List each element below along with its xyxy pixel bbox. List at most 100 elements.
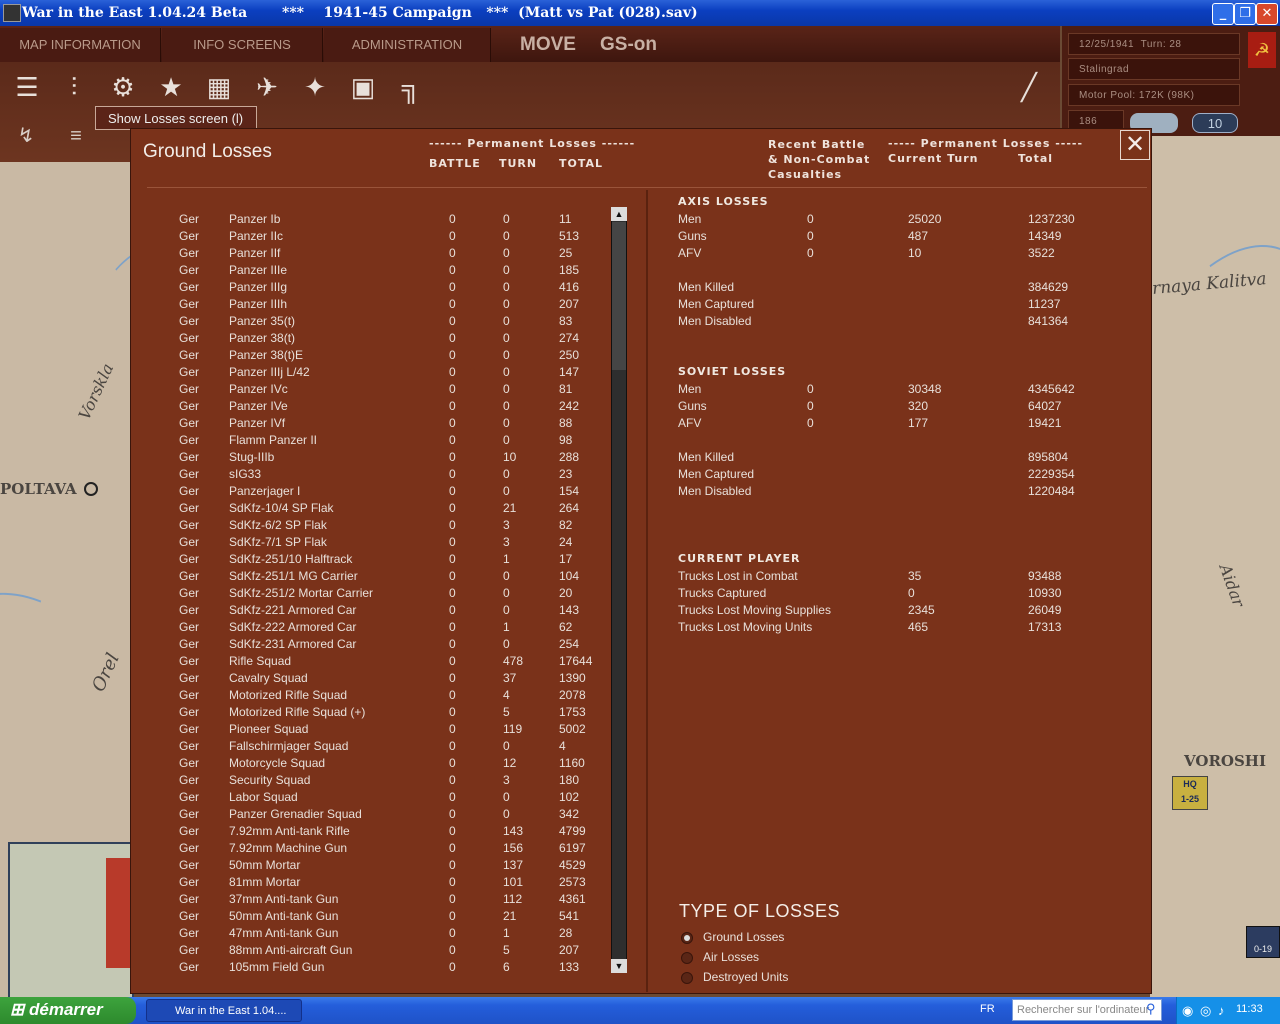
date: 12/25/1941	[1079, 39, 1135, 50]
row-nation: Ger	[179, 569, 200, 583]
player-row-total: 17313	[1028, 620, 1062, 634]
taskbar-item[interactable]: War in the East 1.04....	[146, 999, 302, 1022]
row-total: 1390	[559, 671, 586, 685]
row-turn: 21	[503, 909, 517, 923]
gs-toggle[interactable]: GS-on	[600, 34, 657, 56]
gear-icon[interactable]: ⚙	[106, 70, 140, 104]
row-turn: 0	[503, 416, 510, 430]
row-total: 264	[559, 501, 580, 515]
radio-destroyed-units[interactable]	[681, 972, 693, 984]
star-icon[interactable]: ★	[154, 70, 188, 104]
row-unit-name: Panzer 38(t)	[229, 331, 296, 345]
row-total: 20	[559, 586, 573, 600]
tab-map-information[interactable]: MAP INFORMATION	[0, 28, 161, 62]
row-battle: 0	[449, 739, 456, 753]
app-icon	[3, 4, 21, 22]
mode-label[interactable]: MOVE	[520, 34, 576, 56]
row-unit-name: SdKfz-6/2 SP Flak	[229, 518, 327, 532]
option-air-losses[interactable]: Air Losses	[703, 950, 759, 964]
row-nation: Ger	[179, 620, 200, 634]
pencil-icon[interactable]: ╱	[1012, 70, 1046, 104]
tab-administration[interactable]: ADMINISTRATION	[324, 28, 491, 62]
map-right[interactable]: rnaya Kalitva Aidar VOROSHI HQ 1-25 0-19	[1047, 136, 1280, 998]
radio-ground-losses[interactable]	[681, 932, 693, 944]
axis-row-label: Guns	[678, 229, 707, 243]
soviet-men-total: 2229354	[1028, 467, 1075, 481]
row-unit-name: 7.92mm Machine Gun	[229, 841, 348, 855]
stack-icon[interactable]: ☰	[10, 70, 44, 104]
hq-unit-counter[interactable]: HQ 1-25	[1172, 776, 1208, 810]
row-nation: Ger	[179, 331, 200, 345]
row-total: 207	[559, 297, 580, 311]
row-unit-name: SdKfz-251/1 MG Carrier	[229, 569, 358, 583]
rail-move-icon[interactable]: ≡	[58, 118, 94, 154]
search-input[interactable]: Rechercher sur l'ordinateur	[1012, 999, 1162, 1021]
network-icon[interactable]: ◉	[1182, 1003, 1193, 1019]
rail-icon[interactable]: ╗	[394, 70, 428, 104]
unit-counter[interactable]: 0-19	[1246, 926, 1280, 958]
rocket-icon[interactable]: ✦	[298, 70, 332, 104]
search-icon[interactable]: ⚲	[1146, 1001, 1160, 1019]
row-total: 25	[559, 246, 573, 260]
hq-label: HQ	[1183, 779, 1197, 789]
close-panel-button[interactable]: ✕	[1120, 130, 1150, 160]
option-ground-losses[interactable]: Ground Losses	[703, 930, 784, 944]
maximize-button[interactable]: ❐	[1234, 3, 1256, 25]
row-unit-name: Panzer IVe	[229, 399, 288, 413]
globe-icon[interactable]: ◎	[1200, 1003, 1211, 1019]
zoom-pill[interactable]: 10	[1192, 113, 1238, 133]
row-total: 250	[559, 348, 580, 362]
date-turn-box: 12/25/1941 Turn: 28	[1068, 33, 1240, 55]
fuel-pump-icon[interactable]: ▣	[346, 70, 380, 104]
row-turn: 21	[503, 501, 517, 515]
row-battle: 0	[449, 620, 456, 634]
player-row-current: 0	[908, 586, 915, 600]
row-unit-name: 105mm Field Gun	[229, 960, 325, 974]
row-nation: Ger	[179, 314, 200, 328]
row-turn: 0	[503, 467, 510, 481]
soviet-row-current: 320	[908, 399, 929, 413]
row-unit-name: Panzer IIIh	[229, 297, 288, 311]
row-turn: 0	[503, 433, 510, 447]
scroll-down-icon[interactable]: ▼	[611, 959, 627, 973]
row-battle: 0	[449, 467, 456, 481]
player-row-total: 26049	[1028, 603, 1062, 617]
minimize-button[interactable]: _	[1212, 3, 1234, 25]
row-total: 342	[559, 807, 580, 821]
minimap[interactable]	[8, 842, 134, 1002]
row-total: 82	[559, 518, 573, 532]
row-unit-name: Security Squad	[229, 773, 311, 787]
move-path-icon[interactable]: ↯	[8, 118, 44, 154]
grid-icon[interactable]: ▦	[202, 70, 236, 104]
close-window-button[interactable]: ✕	[1256, 3, 1278, 25]
language-indicator[interactable]: FR	[980, 1003, 995, 1015]
permanent-losses-header: ------ Permanent Losses ------	[429, 137, 636, 150]
row-total: 17	[559, 552, 573, 566]
row-total: 98	[559, 433, 573, 447]
row-battle: 0	[449, 450, 456, 464]
volume-icon[interactable]: ♪	[1218, 1003, 1225, 1018]
sliders-icon[interactable]: ⫶	[57, 70, 91, 104]
row-battle: 0	[449, 348, 456, 362]
scroll-up-icon[interactable]: ▲	[611, 207, 627, 221]
row-nation: Ger	[179, 654, 200, 668]
map-label-poltava: POLTAVA	[0, 480, 77, 498]
row-unit-name: SdKfz-221 Armored Car	[229, 603, 357, 617]
radio-air-losses[interactable]	[681, 952, 693, 964]
row-total: 23	[559, 467, 573, 481]
row-total: 104	[559, 569, 580, 583]
aircraft-icon[interactable]: ✈	[250, 70, 284, 104]
scrollbar-thumb[interactable]	[612, 222, 626, 370]
motor-pool-box: Motor Pool: 172K (98K)	[1068, 84, 1240, 106]
start-button[interactable]: ⊞ démarrer	[0, 997, 136, 1024]
tab-info-screens[interactable]: INFO SCREENS	[162, 28, 323, 62]
window-title-bar: War in the East 1.04.24 Beta *** 1941-45…	[0, 0, 1280, 26]
row-nation: Ger	[179, 943, 200, 957]
row-total: 83	[559, 314, 573, 328]
row-turn: 0	[503, 382, 510, 396]
col-total-2: Total	[1018, 152, 1054, 165]
row-turn: 156	[503, 841, 524, 855]
row-battle: 0	[449, 960, 456, 974]
row-nation: Ger	[179, 807, 200, 821]
option-destroyed-units[interactable]: Destroyed Units	[703, 970, 788, 984]
